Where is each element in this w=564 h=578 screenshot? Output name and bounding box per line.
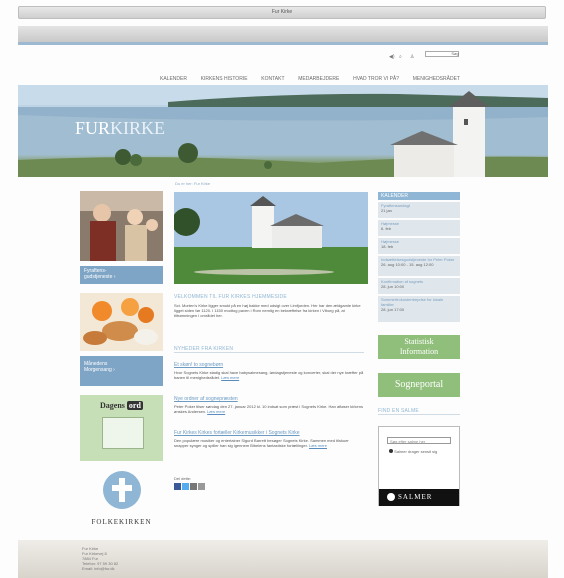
nav-item-kontakt[interactable]: KONTAKT — [261, 75, 284, 83]
calendar-item[interactable]: Fyraftensandagt 21 jan — [378, 202, 460, 218]
calendar-item[interactable]: Sommerfrokostentreprise for lokale famil… — [378, 296, 460, 322]
calendar-header: KALENDER — [378, 192, 460, 200]
logo-kirke: KIRKE — [110, 118, 166, 138]
logo-fur: FUR — [75, 118, 111, 138]
calendar-item-date: 28. jun 10:00 — [381, 284, 405, 289]
find-salme-title: FIND EN SALME — [378, 408, 460, 415]
salmer-option-label: Salmer drager sensit sig — [394, 449, 438, 454]
promo-fyraftens[interactable]: Fyraftens- gudstjeneste › — [80, 191, 163, 284]
news-item-text: Hvor Sognets Kirke stadig skal have baby… — [174, 370, 364, 380]
read-more-link[interactable]: Læs mere — [207, 409, 225, 414]
news-item-text: Den populære musiker og entertainer Sigu… — [174, 438, 364, 448]
main-nav: KALENDER KIRKENS HISTORIE KONTAKT MEDARB… — [160, 75, 460, 83]
calendar-item-date: 6. feb — [381, 226, 392, 231]
nav-item-hvad-tror-vi-paa[interactable]: HVAD TROR VI PÅ? — [353, 75, 399, 83]
calendar-item-title: Sommerfrokostentreprise for lokale famil… — [381, 297, 444, 307]
calendar-item[interactable]: Højmesse 6. feb — [378, 220, 460, 236]
promo-morgensang-caption: Månedens Morgensang › — [80, 356, 163, 386]
dagens-ord-title: Dagens ord — [100, 401, 143, 410]
folkekirken-wordmark: FOLKEKIRKEN — [91, 518, 152, 526]
statistics-button[interactable]: Statistisk Information — [378, 335, 460, 359]
email-icon[interactable] — [190, 483, 197, 490]
footer-line[interactable]: Email: info@fur.dk — [82, 566, 118, 571]
read-more-link[interactable]: Læs mere — [309, 443, 327, 448]
nav-item-kalender[interactable]: KALENDER — [160, 75, 187, 83]
cross-icon-bar — [112, 485, 132, 491]
nav-item-kirkens-historie[interactable]: KIRKENS HISTORIE — [201, 75, 248, 83]
news-title: NYHEDER FRA KIRKEN — [174, 346, 364, 353]
breakfast-photo — [80, 293, 163, 351]
search-icon[interactable]: ⌕ — [399, 54, 402, 60]
search-button[interactable]: Søg — [449, 51, 461, 57]
news-item-title[interactable]: Nye ordner af sognepræsten — [174, 396, 238, 402]
promo-morgensang[interactable]: Månedens Morgensang › — [80, 293, 163, 386]
calendar-item[interactable]: Konfirmation af sognets 28. jun 10:00 — [378, 278, 460, 294]
welcome-title: VELKOMMEN TIL FUR KIRKES HJEMMESIDE — [174, 294, 287, 300]
calendar-item-date: 21 jan — [381, 208, 392, 213]
promo-fyraftens-caption: Fyraftens- gudstjeneste › — [80, 266, 163, 284]
print-icon[interactable] — [198, 483, 205, 490]
twitter-icon[interactable] — [182, 483, 189, 490]
salmer-logo-icon — [387, 493, 395, 502]
facebook-icon[interactable] — [174, 483, 181, 490]
ord-word: ord — [126, 401, 143, 410]
calendar-item-date: 18. feb — [381, 244, 394, 249]
read-more-link[interactable]: Læs mere — [221, 375, 239, 380]
church-photo — [174, 192, 368, 284]
calendar-item-date: 28. jun 17:00 — [381, 307, 405, 312]
site-logo-title[interactable]: FURKIRKE — [75, 118, 165, 139]
news-item-text: Peter Poker tilser søndag den 27. januar… — [174, 404, 364, 414]
nav-item-medarbejdere[interactable]: MEDARBEJDERE — [298, 75, 339, 83]
salmer-logo[interactable]: SALMER — [379, 489, 459, 506]
salmer-option[interactable]: Salmer drager sensit sig — [389, 449, 437, 454]
calendar-item[interactable]: Højmesse 18. feb — [378, 238, 460, 254]
radio-icon[interactable] — [389, 449, 393, 453]
caption-line: Morgensang › — [84, 367, 115, 373]
sogneportal-button[interactable]: Sogneportal — [378, 373, 460, 397]
top-band — [18, 26, 548, 42]
welcome-text: Sct. Morten's Kirke ligger smukt på en h… — [174, 303, 361, 318]
salmer-search-input[interactable]: Søg efter salme her — [387, 437, 451, 444]
button-line: Information — [399, 347, 439, 356]
caption-line: gudstjeneste › — [84, 274, 116, 280]
speaker-icon[interactable]: ◀) — [389, 54, 395, 60]
dagens-ord-card — [102, 417, 144, 449]
nav-item-menighedsraadet[interactable]: MENIGHEDSRÅDET — [413, 75, 460, 83]
footer-address: Fur Kirke Fur Kirkevej 8 7884 Fur Telefo… — [82, 546, 118, 571]
dagens-ord-widget[interactable]: Dagens ord — [80, 395, 163, 461]
share-label: Del dette: — [174, 476, 192, 481]
calendar-item-date: 26. aug 10:00 - 15. aug 12:00 — [381, 262, 434, 267]
salmer-widget: Søg efter salme her Salmer drager sensit… — [378, 426, 460, 506]
breadcrumb[interactable]: Du er her: Fur Kirke — [175, 181, 210, 186]
people-photo — [80, 191, 163, 261]
window-title-bar: Fur Kirke — [18, 6, 546, 19]
news-text: Peter Poker tilser søndag den 27. januar… — [174, 404, 363, 414]
button-line: Statistisk — [404, 337, 434, 346]
salmer-logo-text: SALMER — [398, 493, 433, 501]
news-text: Hvor Sognets Kirke stadig skal have baby… — [174, 370, 364, 380]
window-title: Fur Kirke — [271, 9, 293, 15]
news-item-title[interactable]: Et skøn! to sognebørn — [174, 362, 223, 368]
news-item-title[interactable]: Fur Kirkes Kirkes fortæller Kirkemusikke… — [174, 430, 300, 436]
footer: Fur Kirke Fur Kirkevej 8 7884 Fur Telefo… — [18, 540, 548, 578]
dagens-word: Dagens — [100, 401, 125, 410]
person-icon[interactable]: ♙ — [410, 54, 414, 60]
share-icons — [174, 483, 205, 490]
folkekirken-logo[interactable] — [103, 471, 141, 509]
calendar-item[interactable]: Indsættelsesgudstjeneste for Peter Poker… — [378, 256, 460, 276]
top-accent-line — [18, 42, 548, 45]
